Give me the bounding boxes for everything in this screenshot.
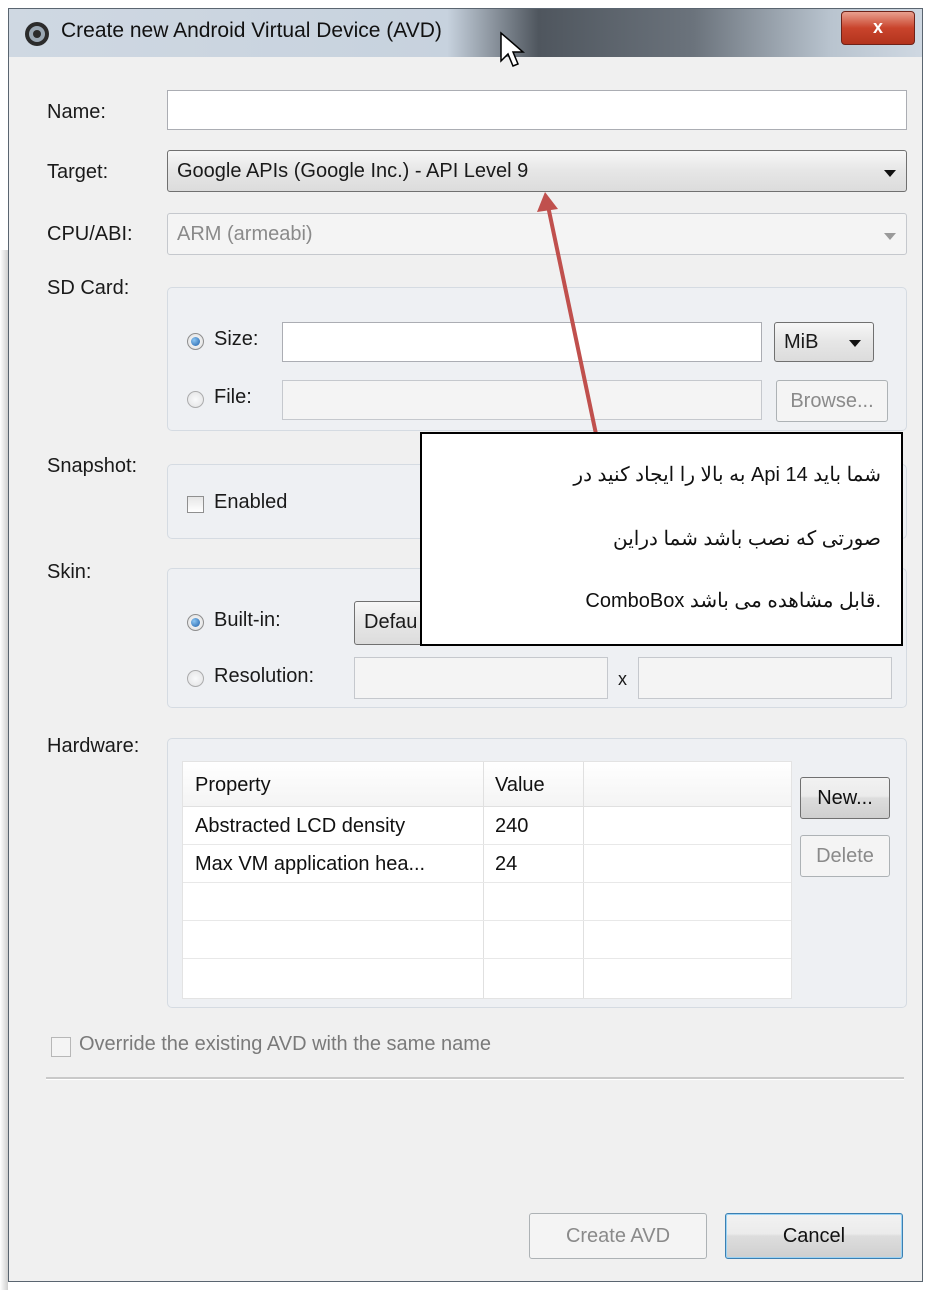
annotation-line: شما باید Api 14 به بالا را ایجاد کنید در (573, 464, 881, 486)
annotation-line: صورتی که نصب باشد شما دراین (612, 528, 881, 550)
annotation-note: شما باید Api 14 به بالا را ایجاد کنید در… (420, 432, 903, 646)
arrow-shaft (546, 205, 598, 435)
arrow-head (537, 192, 558, 212)
annotation-line: ComboBox قابل مشاهده می باشد. (585, 590, 881, 612)
